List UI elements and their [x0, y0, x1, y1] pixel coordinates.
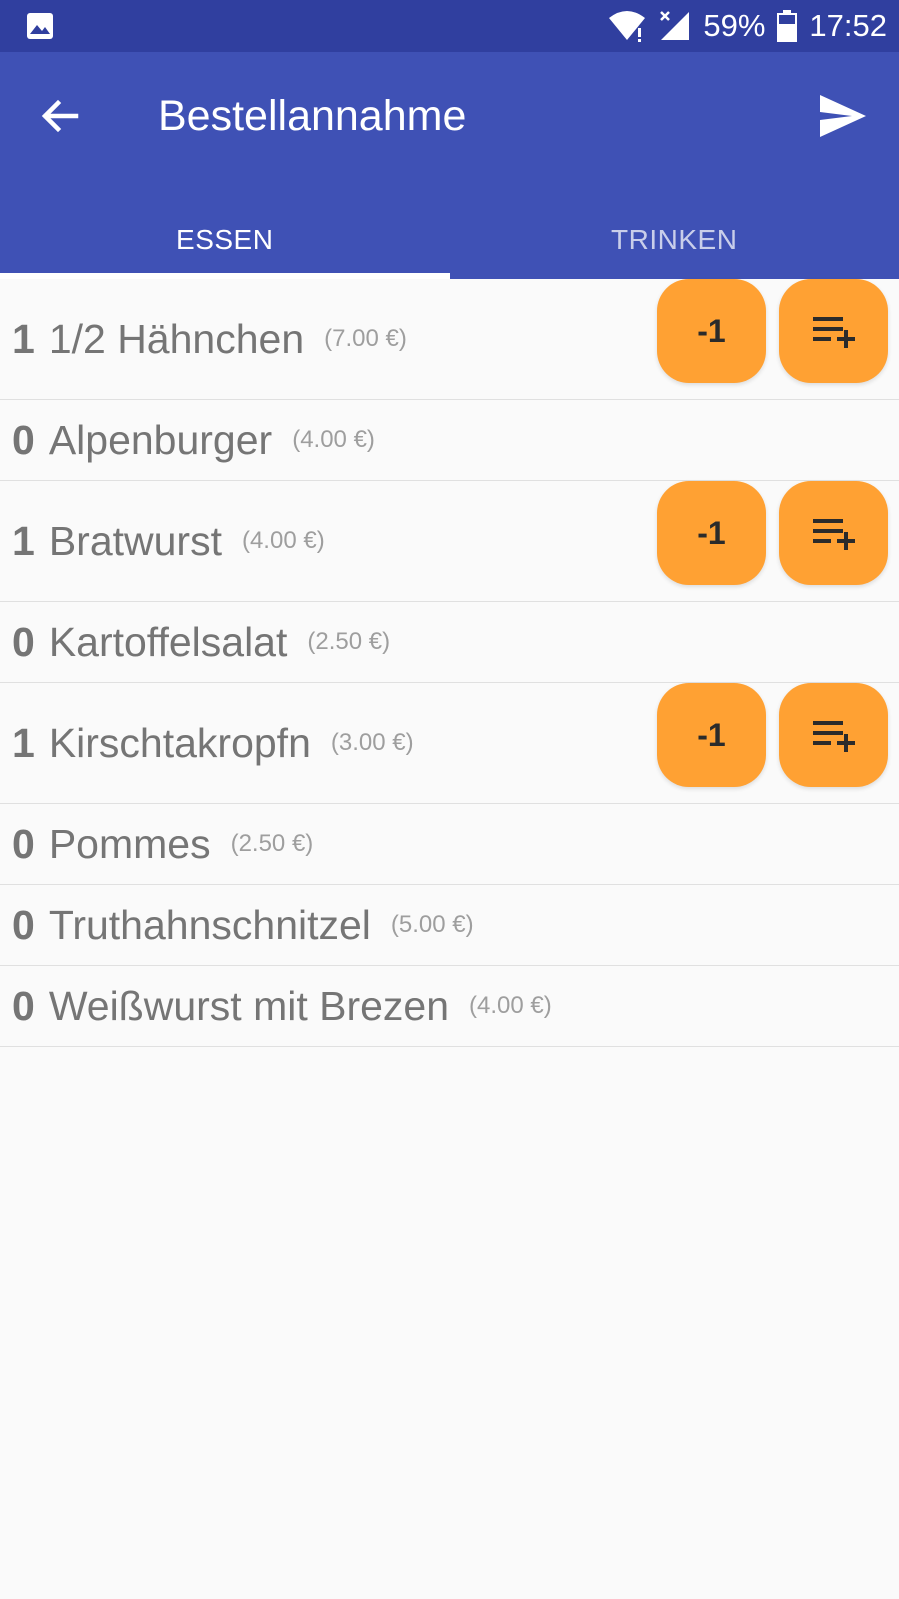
battery-icon [777, 10, 798, 42]
item-quantity: 1 [12, 719, 35, 766]
page-title: Bestellannahme [158, 92, 467, 140]
item-quantity: 0 [12, 416, 35, 463]
list-item: 1 Bratwurst (4.00 €) -1 [0, 481, 899, 602]
decrement-label: -1 [697, 312, 726, 349]
item-quantity: 0 [12, 618, 35, 665]
image-icon [26, 12, 54, 40]
item-name: Weißwurst mit Brezen [48, 982, 450, 1029]
send-button[interactable] [809, 82, 877, 150]
item-price: (5.00 €) [390, 911, 474, 938]
menu-list: 1 1/2 Hähnchen (7.00 €) -1 0 Alpenburger… [0, 279, 899, 1047]
wifi-icon [607, 10, 647, 42]
tab-bar: ESSEN TRINKEN [0, 200, 899, 279]
item-name: 1/2 Hähnchen [48, 315, 305, 362]
list-item: 1 1/2 Hähnchen (7.00 €) -1 [0, 279, 899, 400]
playlist-add-icon [812, 721, 855, 752]
back-button[interactable] [28, 84, 92, 148]
tab-trinken[interactable]: TRINKEN [450, 200, 899, 279]
item-quantity: 0 [12, 982, 35, 1029]
status-bar: 59% 17:52 [0, 0, 899, 52]
decrement-label: -1 [697, 514, 726, 551]
add-to-order-button[interactable] [779, 279, 888, 383]
item-quantity: 0 [12, 901, 35, 948]
signal-icon [659, 10, 691, 42]
add-to-order-button[interactable] [779, 683, 888, 787]
list-item: 0 Pommes (2.50 €) [0, 804, 899, 885]
item-name: Kirschtakropfn [48, 719, 311, 766]
item-price: (2.50 €) [230, 830, 314, 857]
item-name: Kartoffelsalat [48, 618, 288, 665]
item-name: Bratwurst [48, 517, 222, 564]
item-price: (2.50 €) [307, 628, 391, 655]
item-name: Alpenburger [48, 416, 273, 463]
decrement-button[interactable]: -1 [657, 683, 766, 787]
item-quantity: 1 [12, 315, 35, 362]
add-to-order-button[interactable] [779, 481, 888, 585]
playlist-add-icon [812, 317, 855, 348]
item-price: (4.00 €) [292, 426, 375, 453]
item-price: (4.00 €) [469, 992, 552, 1019]
list-item: 1 Kirschtakropfn (3.00 €) -1 [0, 683, 899, 804]
item-name: Truthahnschnitzel [48, 901, 371, 948]
decrement-button[interactable]: -1 [657, 279, 766, 383]
arrow-back-icon [41, 99, 79, 133]
item-price: (7.00 €) [324, 325, 407, 352]
item-price: (3.00 €) [330, 729, 414, 756]
clock: 17:52 [809, 8, 887, 43]
app-bar: Bestellannahme ESSEN TRINKEN [0, 52, 899, 279]
send-icon [820, 95, 866, 137]
list-item: 0 Alpenburger (4.00 €) [0, 400, 899, 481]
tab-essen[interactable]: ESSEN [0, 200, 450, 279]
list-item: 0 Kartoffelsalat (2.50 €) [0, 602, 899, 683]
list-item: 0 Weißwurst mit Brezen (4.00 €) [0, 966, 899, 1047]
decrement-button[interactable]: -1 [657, 481, 766, 585]
item-name: Pommes [48, 820, 211, 867]
battery-percent: 59% [703, 8, 766, 43]
playlist-add-icon [812, 519, 855, 550]
decrement-label: -1 [697, 716, 726, 753]
item-quantity: 0 [12, 820, 35, 867]
list-item: 0 Truthahnschnitzel (5.00 €) [0, 885, 899, 966]
item-quantity: 1 [12, 517, 35, 564]
item-price: (4.00 €) [241, 527, 325, 554]
